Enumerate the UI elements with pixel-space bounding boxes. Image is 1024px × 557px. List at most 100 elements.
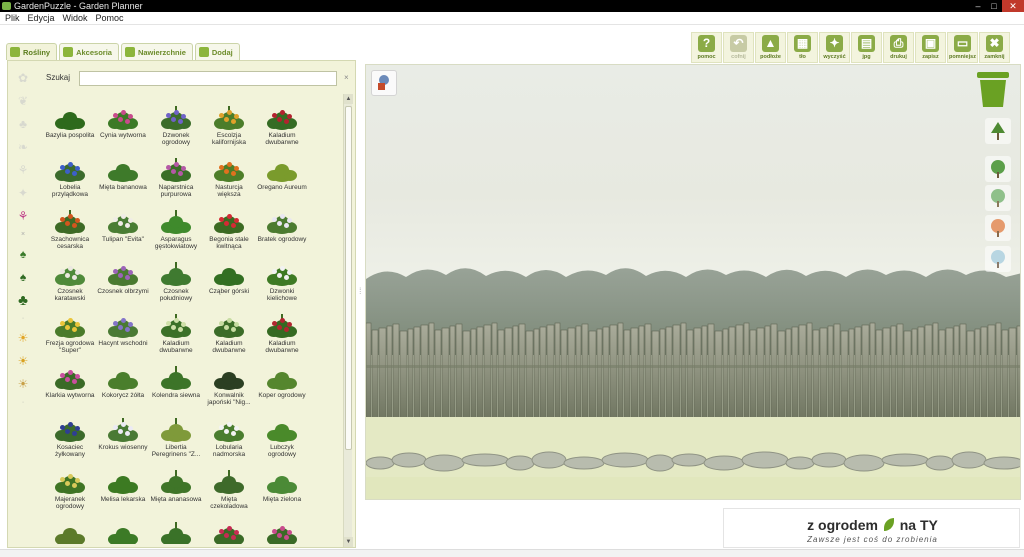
plant-item[interactable]: Bazylia pospolita xyxy=(44,104,96,156)
plant-name: Lobularia nadmorska xyxy=(212,444,246,458)
small-plant-size-icon[interactable]: ♠ xyxy=(13,244,33,264)
plant-item[interactable]: Lobularia nadmorska xyxy=(203,416,255,468)
tree-winter-icon[interactable] xyxy=(985,246,1011,272)
plant-item[interactable] xyxy=(97,520,149,544)
plant-item[interactable] xyxy=(203,520,255,544)
plant-item[interactable]: Tulipan "Evita" xyxy=(97,208,149,260)
bulb-category-icon[interactable]: ⚘ xyxy=(13,160,33,180)
plant-item[interactable]: Kaladium dwubarwne xyxy=(150,312,202,364)
toolbar-button-7[interactable]: ▣ zapisz xyxy=(915,32,946,63)
plant-item[interactable] xyxy=(150,520,202,544)
scroll-down-icon[interactable]: ▼ xyxy=(344,537,353,547)
minimize-window-button[interactable]: – xyxy=(970,0,986,12)
plant-item[interactable]: Hacynt wschodni xyxy=(97,312,149,364)
plant-item[interactable]: Czosnek południowy xyxy=(150,260,202,312)
plant-item[interactable]: Czosnek karatawski xyxy=(44,260,96,312)
plant-item[interactable]: Escolzja kalifornijska xyxy=(203,104,255,156)
toolbar-button-label: pomoc xyxy=(697,54,716,60)
tab-dodaj[interactable]: Dodaj xyxy=(194,43,240,60)
tab-nawierzchnie[interactable]: Nawierzchnie xyxy=(120,43,193,60)
plant-item[interactable]: Krokus wiosenny xyxy=(97,416,149,468)
toolbar-button-0[interactable]: ? pomoc xyxy=(691,32,722,63)
toolbar-button-6[interactable]: ⎙ drukuj xyxy=(883,32,914,63)
plant-item[interactable]: Mięta ananasowa xyxy=(150,468,202,520)
menu-edycja[interactable]: Edycja xyxy=(25,12,58,24)
plant-item[interactable]: Kolendra siewna xyxy=(150,364,202,416)
menu-widok[interactable]: Widok xyxy=(60,12,91,24)
house-icon xyxy=(63,47,74,57)
full-sun-icon[interactable]: ☀ xyxy=(13,328,33,348)
medium-plant-size-icon[interactable]: ♠ xyxy=(13,267,33,287)
toolbar-button-4[interactable]: ✦ wyczyść xyxy=(819,32,850,63)
plant-item[interactable]: Oregano Aureum xyxy=(256,156,308,208)
shade-icon[interactable]: ☀ xyxy=(13,374,33,394)
plant-item[interactable]: Kaladium dwubarwne xyxy=(256,312,308,364)
tree-light-icon[interactable] xyxy=(985,185,1011,211)
leaf-category-icon[interactable]: ❧ xyxy=(13,137,33,157)
toolbar-button-1[interactable]: ↶ cofnij xyxy=(723,32,754,63)
partial-sun-icon[interactable]: ☀ xyxy=(13,351,33,371)
plant-item[interactable]: Naparstnica purpurowa xyxy=(150,156,202,208)
plant-item[interactable]: Mięta zielona xyxy=(256,468,308,520)
plant-item[interactable]: Begonia stale kwitnąca xyxy=(203,208,255,260)
plant-item[interactable]: Majeranek ogrodowy xyxy=(44,468,96,520)
plant-list-scrollbar[interactable]: ▲ ▼ xyxy=(343,94,353,547)
tree-palette-icon[interactable] xyxy=(985,118,1011,144)
plant-item[interactable]: Asparagus gęstokwiatowy xyxy=(150,208,202,260)
toolbar-button-3[interactable]: ▦ tło xyxy=(787,32,818,63)
plant-item[interactable]: Nasturcja większa xyxy=(203,156,255,208)
plant-item[interactable]: Cząber górski xyxy=(203,260,255,312)
toolbar-button-9[interactable]: ✖ zamknij xyxy=(979,32,1010,63)
scrollbar-thumb[interactable] xyxy=(345,106,352,450)
plant-item[interactable]: Klarkia wytworna xyxy=(44,364,96,416)
plant-item[interactable]: Dzwonek ogrodowy xyxy=(150,104,202,156)
plant-item[interactable]: Czosnek olbrzymi xyxy=(97,260,149,312)
menu-plik[interactable]: Plik xyxy=(2,12,23,24)
plant-item[interactable]: Kosaciec żyłkowany xyxy=(44,416,96,468)
plant-item[interactable]: Bratek ogrodowy xyxy=(256,208,308,260)
tab-akcesoria[interactable]: Akcesoria xyxy=(59,43,119,60)
plant-item[interactable]: Dzwonki kielichowe xyxy=(256,260,308,312)
close-window-button[interactable]: ✕ xyxy=(1002,0,1024,12)
toolbar-button-label: tło xyxy=(799,54,806,60)
large-plant-size-icon[interactable]: ♣ xyxy=(13,290,33,310)
plant-item[interactable]: Mięta czekoladowa xyxy=(203,468,255,520)
tree-category-icon[interactable]: ♣ xyxy=(13,114,33,134)
tulip-category-icon[interactable]: ⚘ xyxy=(13,206,33,226)
plant-item[interactable]: Cynia wytworna xyxy=(97,104,149,156)
plant-item[interactable]: Koper ogrodowy xyxy=(256,364,308,416)
toolbar-button-8[interactable]: ▭ pomniejsz xyxy=(947,32,978,63)
plant-item[interactable] xyxy=(256,520,308,544)
trash-bin-icon[interactable] xyxy=(973,69,1013,109)
menu-pomoc[interactable]: Pomoc xyxy=(93,12,127,24)
flower-category-icon[interactable]: ✿ xyxy=(13,68,33,88)
plant-item[interactable]: Mięta bananowa xyxy=(97,156,149,208)
plant-item[interactable]: Konwalnik japoński "Nig... xyxy=(203,364,255,416)
plant-item[interactable]: Melisa lekarska xyxy=(97,468,149,520)
garden-canvas[interactable] xyxy=(365,64,1021,500)
toolbar-button-5[interactable]: ▤ jpg xyxy=(851,32,882,63)
grass-category-icon[interactable]: ✦ xyxy=(13,183,33,203)
search-input[interactable] xyxy=(79,71,337,86)
maximize-window-button[interactable]: □ xyxy=(986,0,1002,12)
tree-autumn-icon[interactable] xyxy=(985,215,1011,241)
plant-item[interactable]: Szachownica cesarska xyxy=(44,208,96,260)
clear-search-icon[interactable]: × xyxy=(344,73,349,82)
toolbar-button-label: cofnij xyxy=(731,54,746,60)
plant-item[interactable]: Lobelia przylądkowa xyxy=(44,156,96,208)
plant-item[interactable]: Kaladium dwubarwne xyxy=(256,104,308,156)
scroll-up-icon[interactable]: ▲ xyxy=(344,94,353,104)
panel-splitter-handle[interactable]: ⁞ xyxy=(359,286,362,296)
tree-green-icon[interactable] xyxy=(985,156,1011,182)
tab-rosliny[interactable]: Rośliny xyxy=(6,43,58,60)
toolbar-button-2[interactable]: ▲ podłoże xyxy=(755,32,786,63)
plant-item[interactable]: Libertia Peregrinens "Z... xyxy=(150,416,202,468)
plant-item[interactable]: Lubczyk ogrodowy xyxy=(256,416,308,468)
plant-item[interactable]: Frezja ogrodowa "Super" xyxy=(44,312,96,364)
plant-item[interactable]: Kokorycz żółta xyxy=(97,364,149,416)
close-icon: ✖ xyxy=(986,35,1003,52)
plant-item[interactable]: Kaladium dwubarwne xyxy=(203,312,255,364)
canvas-tool-button[interactable] xyxy=(371,70,397,96)
shrub-category-icon[interactable]: ❦ xyxy=(13,91,33,111)
plant-item[interactable] xyxy=(44,520,96,544)
